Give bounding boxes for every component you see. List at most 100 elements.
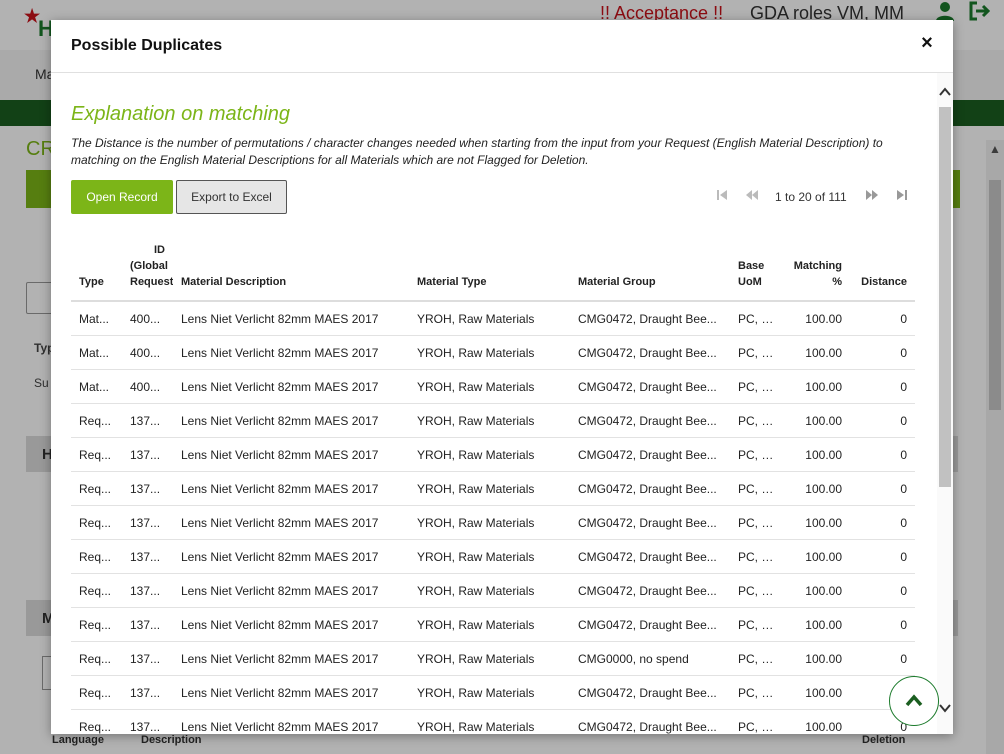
scroll-to-top-button[interactable] <box>889 676 939 726</box>
table-cell-match: 100.00 <box>785 539 850 574</box>
table-cell-mtype: YROH, Raw Materials <box>409 607 570 642</box>
table-row[interactable]: Mat... 400... Lens Niet Verlicht 82mm MAES… <box>71 335 915 370</box>
table-cell-type: Req... <box>71 539 122 574</box>
table-cell-mtype: YROH, Raw Materials <box>409 301 570 336</box>
column-header-type[interactable]: Type <box>71 238 122 302</box>
table-cell-distance: 0 <box>850 505 915 540</box>
last-page-icon[interactable] <box>893 187 911 207</box>
table-cell-mtype: YROH, Raw Materials <box>409 505 570 540</box>
table-cell-mgroup: CMG0472, Draught Bee... <box>570 335 730 370</box>
table-cell-mtype: YROH, Raw Materials <box>409 437 570 472</box>
table-cell-match: 100.00 <box>785 505 850 540</box>
table-cell-mgroup: CMG0472, Draught Bee... <box>570 675 730 710</box>
duplicates-table: Type ID (Global Request Material Descripti… <box>71 238 915 734</box>
table-cell-uom: PC, p... <box>730 675 785 710</box>
table-cell-distance: 0 <box>850 471 915 506</box>
table-cell-match: 100.00 <box>785 437 850 472</box>
table-cell-distance: 0 <box>850 437 915 472</box>
table-cell-mtype: YROH, Raw Materials <box>409 471 570 506</box>
table-cell-uom: PC, p... <box>730 607 785 642</box>
table-cell-type: Req... <box>71 403 122 438</box>
table-cell-uom: PC, p... <box>730 403 785 438</box>
table-cell-mtype: YROH, Raw Materials <box>409 709 570 734</box>
table-cell-id: 400... <box>122 301 173 336</box>
table-cell-match: 100.00 <box>785 709 850 734</box>
chevron-up-icon[interactable] <box>937 85 953 101</box>
table-cell-mgroup: CMG0472, Draught Bee... <box>570 403 730 438</box>
column-header-mtype[interactable]: Material Type <box>409 238 570 302</box>
open-record-button[interactable]: Open Record <box>71 180 173 214</box>
table-body: Mat... 400... Lens Niet Verlicht 82mm MAES… <box>71 301 915 734</box>
table-row[interactable]: Req... 137... Lens Niet Verlicht 82mm MAES… <box>71 505 915 540</box>
table-cell-uom: PC, p... <box>730 641 785 676</box>
next-page-icon[interactable] <box>863 187 881 207</box>
column-header-id[interactable]: ID (Global Request <box>122 238 173 302</box>
export-to-excel-button[interactable]: Export to Excel <box>176 180 287 214</box>
pagination: 1 to 20 of 111 <box>711 187 911 207</box>
table-cell-uom: PC, p... <box>730 301 785 336</box>
table-cell-distance: 0 <box>850 369 915 404</box>
table-cell-distance: 0 <box>850 607 915 642</box>
table-cell-distance: 0 <box>850 573 915 608</box>
column-header-distance[interactable]: Distance <box>850 238 915 302</box>
table-row[interactable]: Req... 137... Lens Niet Verlicht 82mm MAES… <box>71 403 915 438</box>
table-cell-match: 100.00 <box>785 369 850 404</box>
table-cell-match: 100.00 <box>785 403 850 438</box>
table-cell-id: 137... <box>122 607 173 642</box>
table-cell-uom: PC, p... <box>730 471 785 506</box>
table-cell-id: 137... <box>122 641 173 676</box>
dialog-header: Possible Duplicates × <box>51 20 953 73</box>
column-header-match[interactable]: Matching % <box>785 238 850 302</box>
table-cell-mtype: YROH, Raw Materials <box>409 403 570 438</box>
explanation-title: Explanation on matching <box>71 103 291 125</box>
table-cell-mtype: YROH, Raw Materials <box>409 573 570 608</box>
table-cell-match: 100.00 <box>785 335 850 370</box>
table-cell-type: Req... <box>71 471 122 506</box>
column-header-desc[interactable]: Material Description <box>173 238 409 302</box>
table-cell-desc: Lens Niet Verlicht 82mm MAES 2017 <box>173 675 409 710</box>
table-cell-mtype: YROH, Raw Materials <box>409 335 570 370</box>
table-cell-id: 400... <box>122 369 173 404</box>
table-cell-mgroup: CMG0472, Draught Bee... <box>570 709 730 734</box>
table-row[interactable]: Req... 137... Lens Niet Verlicht 82mm MAES… <box>71 573 915 608</box>
table-cell-mgroup: CMG0472, Draught Bee... <box>570 471 730 506</box>
dialog-body: Explanation on matching The Distance is … <box>51 73 937 734</box>
table-cell-uom: PC, p... <box>730 437 785 472</box>
table-row[interactable]: Mat... 400... Lens Niet Verlicht 82mm MAES… <box>71 301 915 336</box>
table-cell-desc: Lens Niet Verlicht 82mm MAES 2017 <box>173 471 409 506</box>
table-cell-mgroup: CMG0472, Draught Bee... <box>570 301 730 336</box>
chevron-down-icon[interactable] <box>937 701 953 717</box>
table-row[interactable]: Req... 137... Lens Niet Verlicht 82mm MAES… <box>71 675 915 710</box>
table-cell-distance: 0 <box>850 335 915 370</box>
table-row[interactable]: Req... 137... Lens Niet Verlicht 82mm MAES… <box>71 641 915 676</box>
table-cell-type: Req... <box>71 437 122 472</box>
table-cell-distance: 0 <box>850 539 915 574</box>
table-row[interactable]: Req... 137... Lens Niet Verlicht 82mm MAES… <box>71 607 915 642</box>
table-cell-mgroup: CMG0472, Draught Bee... <box>570 539 730 574</box>
table-row[interactable]: Req... 137... Lens Niet Verlicht 82mm MAES… <box>71 709 915 734</box>
close-icon[interactable]: × <box>917 32 937 54</box>
table-header: Type ID (Global Request Material Descripti… <box>71 238 915 302</box>
table-cell-match: 100.00 <box>785 675 850 710</box>
table-cell-match: 100.00 <box>785 607 850 642</box>
table-row[interactable]: Req... 137... Lens Niet Verlicht 82mm MAES… <box>71 471 915 506</box>
table-row[interactable]: Req... 137... Lens Niet Verlicht 82mm MAES… <box>71 539 915 574</box>
table-cell-desc: Lens Niet Verlicht 82mm MAES 2017 <box>173 607 409 642</box>
table-cell-id: 137... <box>122 709 173 734</box>
table-cell-distance: 0 <box>850 301 915 336</box>
possible-duplicates-dialog: Possible Duplicates × Explanation on mat… <box>51 20 953 734</box>
table-cell-desc: Lens Niet Verlicht 82mm MAES 2017 <box>173 505 409 540</box>
scrollbar-thumb[interactable] <box>939 107 951 487</box>
first-page-icon[interactable] <box>713 187 731 207</box>
table-row[interactable]: Req... 137... Lens Niet Verlicht 82mm MAES… <box>71 437 915 472</box>
column-header-uom[interactable]: Base UoM <box>730 238 785 302</box>
column-header-mgroup[interactable]: Material Group <box>570 238 730 302</box>
table-cell-desc: Lens Niet Verlicht 82mm MAES 2017 <box>173 403 409 438</box>
table-cell-mtype: YROH, Raw Materials <box>409 641 570 676</box>
dialog-scrollbar[interactable] <box>937 73 953 734</box>
prev-page-icon[interactable] <box>743 187 761 207</box>
table-row[interactable]: Mat... 400... Lens Niet Verlicht 82mm MAES… <box>71 369 915 404</box>
table-cell-match: 100.00 <box>785 573 850 608</box>
table-cell-desc: Lens Niet Verlicht 82mm MAES 2017 <box>173 573 409 608</box>
table-cell-match: 100.00 <box>785 641 850 676</box>
